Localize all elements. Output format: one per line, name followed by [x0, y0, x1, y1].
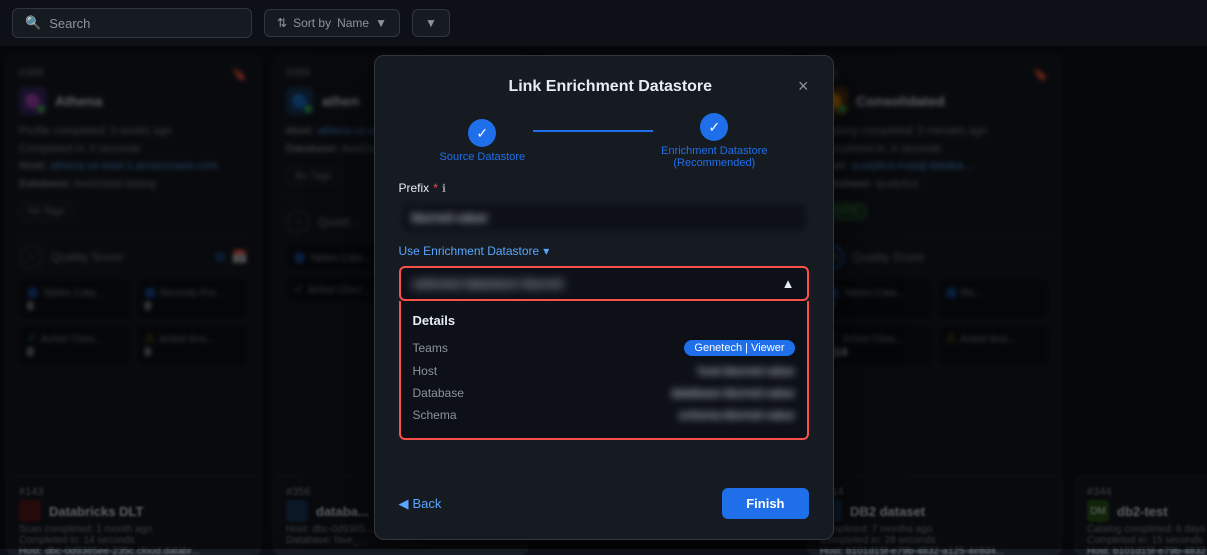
prefix-input[interactable]: [399, 201, 809, 234]
search-input-placeholder[interactable]: Search: [49, 16, 90, 31]
details-title: Details: [413, 313, 795, 328]
dropdown-arrow-icon: ▲: [782, 276, 795, 291]
details-teams-row: Teams Genetech | Viewer: [413, 336, 795, 360]
details-host-key: Host: [413, 364, 438, 378]
step-1-circle: ✓: [468, 119, 496, 147]
sort-icon: ⇅: [277, 16, 287, 30]
details-schema-key: Schema: [413, 408, 457, 422]
use-enrichment-label: Use Enrichment Datastore: [399, 244, 540, 258]
modal-footer: ◀ Back Finish: [375, 476, 833, 539]
details-schema-row: Schema schema-blurred-value: [413, 404, 795, 426]
info-icon: ℹ: [442, 182, 446, 195]
sort-by-label: Sort by: [293, 16, 331, 30]
enrichment-datastore-select[interactable]: selected datastore blurred ▲: [399, 266, 809, 301]
step-2-circle: ✓: [700, 113, 728, 141]
filter-button[interactable]: ▼: [412, 9, 450, 37]
details-host-value: host-blurred-value: [698, 364, 795, 378]
use-enrichment-toggle[interactable]: Use Enrichment Datastore ▾: [399, 244, 550, 258]
modal-link-enrichment: Link Enrichment Datastore × ✓ Source Dat…: [374, 55, 834, 540]
modal-body: Prefix * ℹ Use Enrichment Datastore ▾ se…: [375, 181, 833, 476]
dropdown-toggle-icon: ▾: [543, 244, 549, 258]
details-teams-key: Teams: [413, 341, 448, 355]
top-bar: 🔍 Search ⇅ Sort by Name ▼ ▼: [0, 0, 1207, 46]
step-2-label: Enrichment Datastore(Recommended): [661, 145, 767, 169]
filter-icon: ▼: [425, 16, 437, 30]
details-panel: Details Teams Genetech | Viewer Host hos…: [399, 301, 809, 440]
details-database-row: Database database-blurred-value: [413, 382, 795, 404]
details-teams-value: Genetech | Viewer: [684, 340, 794, 356]
selected-datastore-text: selected datastore blurred: [413, 276, 782, 291]
modal-header: Link Enrichment Datastore ×: [375, 56, 833, 97]
search-icon: 🔍: [25, 15, 41, 31]
back-button[interactable]: ◀ Back: [399, 496, 442, 512]
details-host-row: Host host-blurred-value: [413, 360, 795, 382]
sort-value: Name: [337, 16, 369, 30]
back-label: Back: [413, 496, 442, 511]
sort-button[interactable]: ⇅ Sort by Name ▼: [264, 9, 400, 37]
step-1: ✓ Source Datastore: [440, 119, 526, 163]
cards-area: #308 🔖 🟣 Athena Profile completed: 3 wee…: [0, 46, 1207, 549]
step-1-label: Source Datastore: [440, 151, 526, 163]
details-schema-value: schema-blurred-value: [678, 408, 794, 422]
search-box[interactable]: 🔍 Search: [12, 8, 252, 38]
details-database-key: Database: [413, 386, 464, 400]
modal-overlay: Link Enrichment Datastore × ✓ Source Dat…: [0, 46, 1207, 549]
modal-close-button[interactable]: ×: [798, 76, 809, 97]
sort-chevron-icon: ▼: [375, 16, 387, 30]
step-connector: [533, 130, 653, 132]
modal-title: Link Enrichment Datastore: [423, 78, 798, 96]
details-database-value: database-blurred-value: [671, 386, 794, 400]
prefix-label: Prefix * ℹ: [399, 181, 809, 195]
back-arrow-icon: ◀: [399, 496, 409, 512]
modal-stepper: ✓ Source Datastore ✓ Enrichment Datastor…: [375, 97, 833, 181]
finish-button[interactable]: Finish: [722, 488, 808, 519]
required-marker: *: [433, 181, 438, 195]
step-2: ✓ Enrichment Datastore(Recommended): [661, 113, 767, 169]
